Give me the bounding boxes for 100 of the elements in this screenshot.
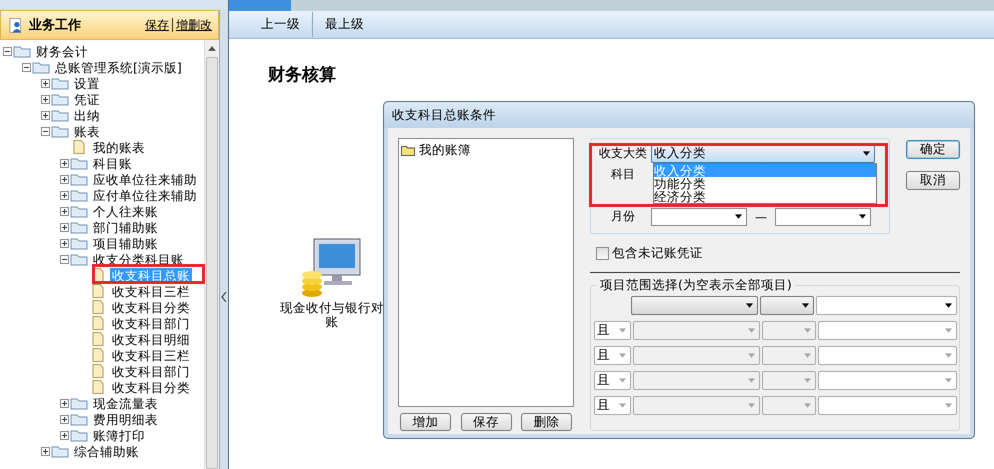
- folder-icon: [70, 220, 88, 234]
- field-dropdown[interactable]: [633, 321, 760, 340]
- tree-item[interactable]: 凭证: [72, 92, 102, 106]
- field-dropdown[interactable]: [633, 396, 760, 415]
- tree-item[interactable]: 收支科目部门: [110, 364, 192, 378]
- dropdown-option[interactable]: 经济分类: [654, 190, 876, 203]
- tree-item[interactable]: 设置: [72, 76, 102, 90]
- panel-title: 业务工作: [29, 17, 82, 34]
- book-item[interactable]: 我的账簿: [419, 142, 471, 159]
- tree-item[interactable]: 收支科目三栏: [110, 284, 192, 298]
- value-dropdown[interactable]: [818, 371, 957, 390]
- operator-dropdown[interactable]: [760, 296, 814, 315]
- tree-item[interactable]: 收支科目部门: [110, 316, 192, 330]
- field-label: 科目: [610, 166, 636, 183]
- expand-icon[interactable]: [41, 78, 50, 88]
- value-dropdown[interactable]: [818, 321, 957, 340]
- tree-item[interactable]: 收支科目三栏: [110, 348, 192, 362]
- caret-icon: [804, 378, 811, 383]
- tree-item[interactable]: 账簿打印: [91, 428, 147, 442]
- tree-item[interactable]: 部门辅助账: [91, 220, 160, 234]
- field-dropdown[interactable]: [631, 296, 758, 315]
- tree-item[interactable]: 财务会计: [34, 44, 90, 58]
- tree-item[interactable]: 费用明细表: [91, 412, 160, 426]
- folder-icon: [51, 108, 69, 122]
- month-dropdown[interactable]: [651, 208, 747, 226]
- caret-icon: [945, 403, 952, 408]
- expand-icon[interactable]: [41, 446, 50, 456]
- header-link[interactable]: 增删改: [176, 16, 212, 34]
- shortcut-label[interactable]: 现金收付与银行对账: [277, 301, 387, 329]
- field-dropdown[interactable]: [633, 371, 760, 390]
- conjunction-dropdown[interactable]: 且: [594, 321, 631, 340]
- tree-item[interactable]: 个人往来账: [91, 204, 160, 218]
- value-dropdown[interactable]: [816, 296, 957, 315]
- value-dropdown[interactable]: [818, 346, 957, 365]
- collapse-icon[interactable]: [41, 126, 50, 136]
- dialog-button[interactable]: 删除: [521, 413, 572, 431]
- expand-icon[interactable]: [60, 398, 69, 408]
- toolbar-button[interactable]: 上一级: [249, 12, 313, 37]
- tree-item[interactable]: 出纳: [72, 108, 102, 122]
- expand-icon[interactable]: [60, 430, 69, 440]
- header-link[interactable]: 保存: [145, 16, 169, 34]
- tree-item[interactable]: 综合辅助账: [72, 444, 141, 458]
- caret-icon: [619, 378, 626, 383]
- field-dropdown[interactable]: [633, 346, 760, 365]
- tree-item[interactable]: 账表: [72, 124, 102, 138]
- expand-icon[interactable]: [60, 174, 69, 184]
- tree-item[interactable]: 收支科目明细: [110, 332, 192, 346]
- scrollbar[interactable]: [204, 40, 219, 469]
- collapse-handle[interactable]: [220, 10, 228, 469]
- caret-icon: [746, 303, 753, 308]
- expand-icon[interactable]: [60, 222, 69, 232]
- expand-icon[interactable]: [60, 190, 69, 200]
- expand-icon[interactable]: [60, 206, 69, 216]
- conjunction-dropdown[interactable]: 且: [594, 396, 631, 415]
- value-dropdown[interactable]: [818, 396, 957, 415]
- tree-item[interactable]: 应付单位往来辅助: [91, 188, 199, 202]
- folder-icon: [70, 188, 88, 202]
- collapse-icon[interactable]: [22, 62, 31, 72]
- conjunction-dropdown[interactable]: 且: [594, 371, 631, 390]
- conjunction-dropdown[interactable]: 且: [594, 346, 631, 365]
- user-icon: [9, 16, 23, 34]
- tree-item[interactable]: 收支科目分类: [110, 380, 192, 394]
- folder-icon: [13, 44, 31, 58]
- tree-item[interactable]: 现金流量表: [91, 396, 160, 410]
- caret-icon: [859, 214, 866, 219]
- checkbox-label[interactable]: 包含未记账凭证: [612, 245, 703, 262]
- caret-icon: [619, 353, 626, 358]
- folder-icon: [70, 236, 88, 250]
- tree-item[interactable]: 科目账: [91, 156, 134, 170]
- dialog-button[interactable]: 增加: [400, 413, 451, 431]
- caret-icon: [748, 328, 755, 333]
- tree-item[interactable]: 项目辅助账: [91, 236, 160, 250]
- caret-icon: [802, 303, 809, 308]
- folder-icon: [51, 444, 69, 458]
- folder-icon: [70, 156, 88, 170]
- dropdown-option[interactable]: 功能分类: [654, 177, 876, 190]
- toolbar-button[interactable]: 最上级: [313, 12, 376, 37]
- folder-icon: [70, 428, 88, 442]
- caret-icon: [619, 403, 626, 408]
- tree-item[interactable]: 我的账表: [91, 140, 147, 154]
- caret-icon: [945, 303, 952, 308]
- folder-icon: [70, 252, 88, 266]
- checkbox[interactable]: [596, 247, 609, 260]
- folder-icon: [401, 145, 415, 156]
- expand-icon[interactable]: [60, 158, 69, 168]
- dialog-button[interactable]: 取消: [906, 171, 960, 190]
- expand-icon[interactable]: [41, 110, 50, 120]
- collapse-icon[interactable]: [3, 46, 12, 56]
- dialog-button[interactable]: 确定: [906, 140, 960, 159]
- expand-icon[interactable]: [60, 414, 69, 424]
- tree-item[interactable]: 收支科目分类: [110, 300, 192, 314]
- collapse-icon[interactable]: [60, 254, 69, 264]
- expand-icon[interactable]: [60, 238, 69, 248]
- dialog-button[interactable]: 保存: [460, 413, 512, 431]
- tree-item[interactable]: 总账管理系统[演示版]: [53, 60, 184, 74]
- expand-icon[interactable]: [41, 94, 50, 104]
- tree-item[interactable]: 应收单位往来辅助: [91, 172, 199, 186]
- month-dropdown[interactable]: [775, 208, 871, 226]
- caret-icon: [945, 328, 952, 333]
- scroll-up-icon[interactable]: [208, 46, 216, 51]
